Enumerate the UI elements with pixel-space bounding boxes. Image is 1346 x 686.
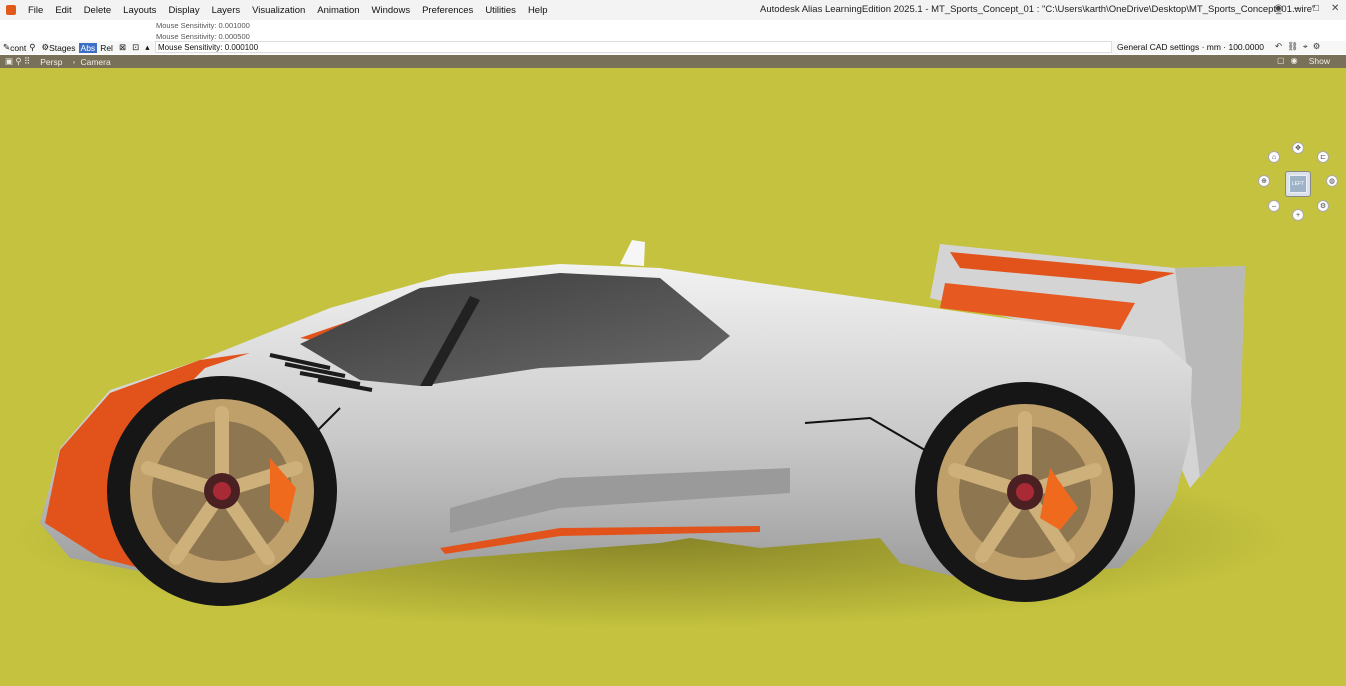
pencil-icon: ✎ [3,42,11,52]
menu-delete[interactable]: Delete [78,5,117,16]
abs-toggle[interactable]: Abs [78,42,98,53]
menu-help[interactable]: Help [522,5,554,16]
account-icon[interactable]: ◉ [1274,3,1283,14]
eye-icon[interactable]: ◉ [1291,56,1304,65]
roof-fin [620,240,645,266]
menu-visualization[interactable]: Visualization [246,5,311,16]
look-icon[interactable]: ◍ [1326,175,1338,187]
prompt-history-line: Mouse Sensitivity: 0.001000 [156,21,250,30]
cad-settings[interactable]: General CAD settings · mm · 100.0000 [1117,42,1264,52]
alias-app-icon[interactable] [6,5,16,15]
menu-file[interactable]: File [22,5,49,16]
chevron-up-icon[interactable]: ▴ [142,42,152,53]
persp-button[interactable]: Persp [35,57,67,67]
rear-wheel [915,382,1135,602]
camera-icon: ◦ [72,56,76,67]
pin-icon[interactable]: ⌖ [1303,41,1313,51]
cont-toggle[interactable]: ✎ cont ⚲ [0,42,38,53]
viewport-bar: ▣ ⚲ ⠿ Persp ◦ Camera ▢◉ Show [0,55,1346,68]
viewcube[interactable]: ✥ ⌂ ⊏ ⊕ ◍ – ⚙ + LEFT [1255,141,1345,231]
zoom-out-icon[interactable]: – [1268,200,1280,212]
orbit-icon[interactable]: ⊕ [1258,175,1270,187]
viewport-menu-icon[interactable]: ▣ ⚲ ⠿ [0,56,35,67]
menu-layouts[interactable]: Layouts [117,5,162,16]
menu-edit[interactable]: Edit [49,5,77,16]
command-toolbar: ✎ cont ⚲ ⚙ Stages Abs Rel ⊠ ⊡ ▴ Mouse Se… [0,41,1346,54]
command-line-input[interactable]: Mouse Sensitivity: 0.000100 [155,41,1112,53]
maximize-button[interactable]: □ [1313,3,1319,14]
show-button[interactable]: Show [1309,56,1330,66]
viewport-3d[interactable]: ✥ ⌂ ⊏ ⊕ ◍ – ⚙ + LEFT [0,68,1346,686]
pan-icon[interactable]: ✥ [1292,142,1304,154]
rel-toggle[interactable]: Rel [97,43,116,53]
viewcube-cube[interactable]: LEFT [1285,171,1311,197]
menu-windows[interactable]: Windows [366,5,417,16]
maximize-viewport-icon[interactable]: ▢ [1277,56,1291,65]
car-model[interactable] [0,68,1346,686]
front-wheel [107,376,337,606]
menu-display[interactable]: Display [162,5,205,16]
stages-label: Stages [49,42,76,53]
stages-button[interactable]: ⚙ Stages [38,42,78,53]
settings-icon[interactable]: ⚙ [1313,41,1326,51]
link-icon[interactable]: ⛓ [1287,41,1303,51]
bookmark-icon[interactable]: ⊏ [1317,151,1329,163]
gear-icon: ⚙ [41,42,50,52]
menu-preferences[interactable]: Preferences [416,5,479,16]
menu-layers[interactable]: Layers [206,5,247,16]
minimize-button[interactable]: – [1294,3,1300,14]
home-icon[interactable]: ⌂ [1268,151,1280,163]
menu-animation[interactable]: Animation [311,5,365,16]
settings-icon[interactable]: ⚙ [1317,200,1329,212]
cont-label: cont [10,42,27,53]
edit-icon[interactable]: ⊠ [116,42,129,53]
zoom-in-icon[interactable]: + [1292,209,1304,221]
close-button[interactable]: ✕ [1331,3,1339,14]
toolbar-right-icons: ↶⛓⌖⚙ [1275,41,1325,52]
prompt-history: Mouse Sensitivity: 0.001000 Mouse Sensit… [156,20,250,42]
window-title: Autodesk Alias LearningEdition 2025.1 - … [760,4,1316,15]
grid-icon[interactable]: ⊡ [129,42,142,53]
camera-button[interactable]: Camera [80,57,115,67]
viewport-right-icons: ▢◉ [1277,56,1304,65]
menu-bar: File Edit Delete Layouts Display Layers … [0,0,1346,20]
viewcube-face-left[interactable]: LEFT [1289,175,1307,193]
search-icon[interactable]: ⚲ [29,42,35,53]
undo-icon[interactable]: ↶ [1275,41,1287,51]
menu-utilities[interactable]: Utilities [479,5,522,16]
